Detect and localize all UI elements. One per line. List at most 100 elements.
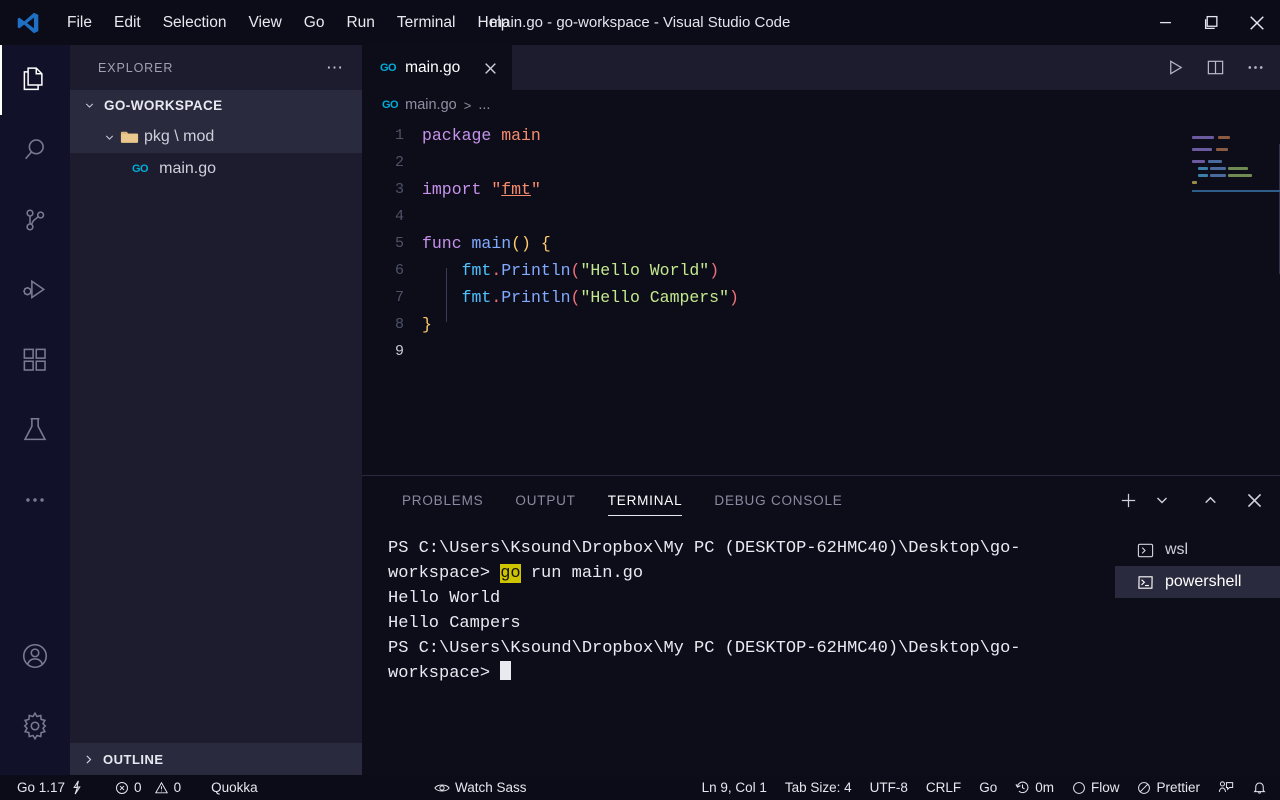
sidebar-item-more[interactable]	[0, 465, 70, 535]
panel-content: PS C:\Users\Ksound\Dropbox\My PC (DESKTO…	[362, 524, 1280, 775]
terminal-output-line-1: Hello World	[388, 589, 500, 608]
sidebar-item-testing[interactable]	[0, 395, 70, 465]
gear-icon[interactable]	[0, 691, 70, 761]
status-timer[interactable]: 0m	[1006, 775, 1063, 800]
menu-run[interactable]: Run	[335, 9, 385, 37]
line-number: 7	[362, 284, 404, 311]
code-editor[interactable]: 1 2 3 4 5 6 7 8 9 package main	[362, 120, 1280, 475]
tab-main-go[interactable]: GO main.go	[362, 45, 512, 90]
line-number: 2	[362, 149, 404, 176]
tree-item-pkg-mod[interactable]: pkg \ mod	[70, 121, 362, 153]
ellipsis-icon[interactable]	[1238, 51, 1272, 85]
plus-icon[interactable]	[1112, 484, 1144, 516]
token-paren-close: )	[729, 288, 739, 307]
line-number: 3	[362, 176, 404, 203]
status-center-group: Watch Sass	[425, 775, 536, 800]
menu-view[interactable]: View	[237, 9, 292, 37]
line-number: 6	[362, 257, 404, 284]
minimize-icon[interactable]	[1142, 0, 1188, 45]
line-number-active: 9	[362, 338, 404, 365]
status-watch-sass[interactable]: Watch Sass	[425, 775, 536, 800]
token-keyword: package	[422, 126, 491, 145]
terminal-instance-powershell[interactable]: powershell	[1115, 566, 1280, 598]
close-icon[interactable]	[1234, 0, 1280, 45]
menu-bar: File Edit Selection View Go Run Terminal…	[56, 9, 520, 37]
menu-go[interactable]: Go	[293, 9, 336, 37]
play-icon[interactable]	[1158, 51, 1192, 85]
token-string: "Hello World"	[580, 261, 709, 280]
token-dot: .	[491, 288, 501, 307]
token-import-path: fmt	[501, 180, 531, 199]
terminal-instance-label: wsl	[1165, 541, 1188, 559]
token-function: Println	[501, 261, 570, 280]
sidebar-item-run-debug[interactable]	[0, 255, 70, 325]
code-line-2	[422, 149, 1280, 176]
workspace-root-row[interactable]: GO-WORKSPACE	[70, 90, 362, 121]
token-package-ref: fmt	[462, 261, 492, 280]
tree-item-main-go[interactable]: GO main.go	[70, 153, 362, 185]
code-line-5: func main() {	[422, 230, 1280, 257]
status-quokka[interactable]: Quokka	[202, 775, 267, 800]
line-number: 1	[362, 122, 404, 149]
tab-debug-console[interactable]: DEBUG CONSOLE	[698, 476, 858, 524]
status-language-mode[interactable]: Go	[970, 775, 1006, 800]
code-content: 1 2 3 4 5 6 7 8 9 package main	[362, 120, 1280, 365]
menu-file[interactable]: File	[56, 9, 103, 37]
status-prettier[interactable]: Prettier	[1128, 775, 1209, 800]
maximize-icon[interactable]	[1188, 0, 1234, 45]
breadcrumb-overflow[interactable]: ...	[478, 97, 490, 113]
terminal-icon	[1137, 542, 1154, 559]
history-icon	[1015, 780, 1030, 795]
folder-icon	[118, 129, 140, 145]
warning-triangle-icon	[154, 781, 169, 795]
tab-output[interactable]: OUTPUT	[499, 476, 591, 524]
warning-count: 0	[174, 780, 182, 795]
split-editor-icon[interactable]	[1198, 51, 1232, 85]
status-feedback[interactable]	[1209, 775, 1243, 800]
window-controls	[1142, 0, 1280, 45]
terminal-instance-wsl[interactable]: wsl	[1115, 534, 1280, 566]
status-encoding[interactable]: UTF-8	[861, 775, 917, 800]
menu-terminal[interactable]: Terminal	[386, 9, 467, 37]
workbench: EXPLORER ⋯ GO-WORKSPACE	[0, 45, 1280, 775]
sidebar-item-extensions[interactable]	[0, 325, 70, 395]
sidebar-item-source-control[interactable]	[0, 185, 70, 255]
token-dot: .	[491, 261, 501, 280]
menu-edit[interactable]: Edit	[103, 9, 152, 37]
status-tab-size[interactable]: Tab Size: 4	[776, 775, 861, 800]
account-icon[interactable]	[0, 621, 70, 691]
sidebar-item-search[interactable]	[0, 115, 70, 185]
status-cursor-position[interactable]: Ln 9, Col 1	[693, 775, 776, 800]
line-number: 5	[362, 230, 404, 257]
menu-selection[interactable]: Selection	[152, 9, 238, 37]
terminal-command-highlight: go	[500, 564, 520, 583]
token-paren-open: (	[571, 288, 581, 307]
vscode-window: File Edit Selection View Go Run Terminal…	[0, 0, 1280, 800]
error-circle-icon	[115, 781, 129, 795]
breadcrumb-file[interactable]: main.go	[405, 97, 457, 113]
token-string: "Hello Campers"	[580, 288, 729, 307]
tab-terminal[interactable]: TERMINAL	[592, 476, 699, 524]
close-icon[interactable]	[483, 61, 498, 76]
status-right-group: Ln 9, Col 1 Tab Size: 4 UTF-8 CRLF Go 0m	[693, 775, 1276, 800]
chevron-down-icon[interactable]	[1146, 484, 1178, 516]
terminal-output[interactable]: PS C:\Users\Ksound\Dropbox\My PC (DESKTO…	[362, 524, 1115, 775]
code-line-1: package main	[422, 122, 1280, 149]
sidebar-item-explorer[interactable]	[0, 45, 70, 115]
status-notifications[interactable]	[1243, 775, 1276, 800]
chevron-up-icon[interactable]	[1194, 484, 1226, 516]
token-brace: }	[422, 315, 432, 334]
tree-item-label: pkg \ mod	[144, 128, 214, 146]
outline-section-header[interactable]: OUTLINE	[70, 743, 362, 775]
status-go-version[interactable]: Go 1.17	[8, 775, 92, 800]
status-line-endings[interactable]: CRLF	[917, 775, 970, 800]
menu-help[interactable]: Help	[467, 9, 521, 37]
code-line-3: import "fmt"	[422, 176, 1280, 203]
explorer-more-icon[interactable]: ⋯	[326, 63, 344, 73]
tab-problems[interactable]: PROBLEMS	[386, 476, 499, 524]
minimap[interactable]	[1170, 120, 1280, 475]
status-problems[interactable]: 0 0	[106, 775, 190, 800]
close-icon[interactable]	[1238, 484, 1270, 516]
status-flow[interactable]: Flow	[1063, 775, 1129, 800]
tab-label: main.go	[405, 59, 460, 77]
